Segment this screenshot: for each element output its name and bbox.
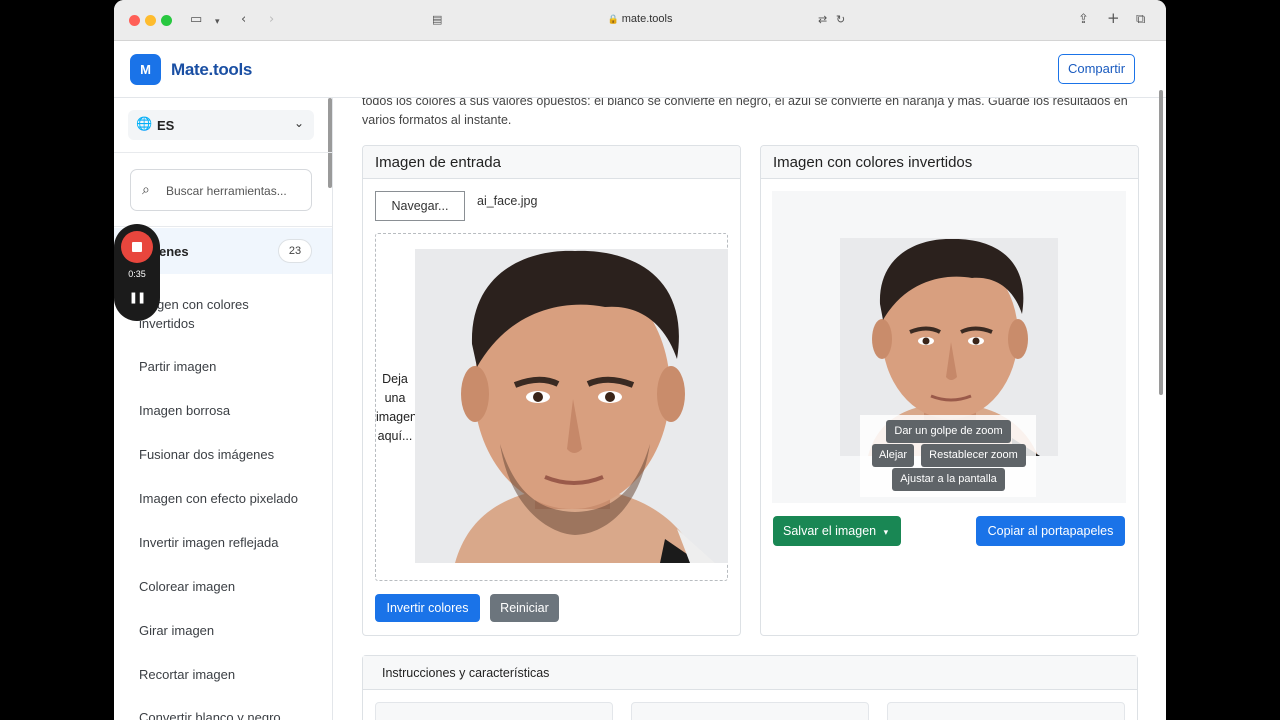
recording-time: 0:35 (128, 269, 146, 279)
reload-icon[interactable]: ↻ (836, 11, 845, 29)
lock-icon: 🔒 (607, 14, 619, 24)
sidebar-scrollbar[interactable] (328, 98, 332, 188)
globe-icon: 🌐 (136, 116, 153, 131)
translate-icon[interactable]: ⇄ (818, 11, 827, 29)
zoom-in-button[interactable]: Dar un golpe de zoom (886, 420, 1011, 443)
pause-icon[interactable]: ❚❚ (114, 291, 160, 304)
forward-icon[interactable]: › (269, 11, 274, 29)
instructions-card (887, 702, 1125, 720)
drop-zone-text: Deja una imagen aquí... (376, 372, 417, 443)
sidebar-item-mirror-image[interactable]: Invertir imagen reflejada (139, 533, 309, 552)
instructions-panel: Instrucciones y características (362, 655, 1138, 720)
input-image (415, 249, 728, 563)
sidebar-item-black-white[interactable]: Convertir blanco y negro (139, 708, 309, 720)
sidebar-item-invert-colors-line2[interactable]: invertidos (139, 314, 309, 333)
input-panel: Imagen de entrada Navegar... ai_face.jpg… (362, 145, 741, 636)
instructions-card (375, 702, 613, 720)
output-panel-header: Imagen con colores invertidos (761, 146, 1138, 179)
divider (114, 152, 332, 153)
save-image-label: Salvar el imagen (783, 524, 877, 538)
save-image-button[interactable]: Salvar el imagen ▾ (773, 516, 901, 546)
sidebar-item-crop-image[interactable]: Recortar imagen (139, 665, 309, 684)
share-icon[interactable]: ⇪ (1078, 11, 1089, 29)
desktop-backdrop (0, 0, 114, 720)
input-panel-header: Imagen de entrada (363, 146, 740, 179)
chevron-down-icon: ⌄ (293, 116, 304, 130)
browser-toolbar: ▭ ▾ ‹ › ▤ 🔒 mate.tools ⇄ ↻ ⇪ + ⧉ (114, 0, 1166, 41)
search-input[interactable]: ⌕ Buscar herramientas... (130, 169, 312, 211)
sidebar-toggle-icon[interactable]: ▭ (190, 11, 202, 29)
output-panel: Imagen con colores invertidos Dar un gol… (760, 145, 1139, 636)
output-image-area[interactable]: Dar un golpe de zoom Alejar Restablecer … (772, 191, 1126, 503)
close-window-button[interactable] (129, 15, 140, 26)
browser-window: ▭ ▾ ‹ › ▤ 🔒 mate.tools ⇄ ↻ ⇪ + ⧉ M Mate.t… (114, 0, 1166, 720)
sidebar-item-invert-colors[interactable]: gen con colores (157, 295, 327, 314)
file-name: ai_face.jpg (477, 194, 538, 208)
maximize-window-button[interactable] (161, 15, 172, 26)
category-count-badge: 23 (278, 239, 312, 263)
language-label: ES (157, 118, 175, 133)
copy-to-clipboard-button[interactable]: Copiar al portapapeles (976, 516, 1125, 546)
sidebar-item-split-image[interactable]: Partir imagen (139, 357, 309, 376)
sidebar-item-rotate-image[interactable]: Girar imagen (139, 621, 309, 640)
new-tab-icon[interactable]: + (1107, 9, 1120, 27)
sidebar-item-pixelate-image[interactable]: Imagen con efecto pixelado (139, 489, 309, 508)
sidebar-item-colorize-image[interactable]: Colorear imagen (139, 577, 309, 596)
instructions-header[interactable]: Instrucciones y características (363, 656, 1137, 690)
invert-colors-button[interactable]: Invertir colores (375, 594, 480, 622)
address-bar[interactable]: 🔒 mate.tools (420, 8, 860, 32)
minimize-window-button[interactable] (145, 15, 156, 26)
logo-text[interactable]: Mate.tools (171, 60, 252, 80)
intro-text: todos los colores a sus valores opuestos… (362, 98, 1128, 127)
instructions-title: Instrucciones y características (382, 666, 550, 680)
category-label: enes (159, 244, 189, 259)
search-icon: ⌕ (142, 181, 150, 197)
url-text: mate.tools (621, 13, 673, 25)
sidebar-item-blur-image[interactable]: Imagen borrosa (139, 401, 309, 420)
fit-screen-button[interactable]: Ajustar a la pantalla (892, 468, 1005, 491)
tab-overview-icon[interactable]: ⧉ (1136, 11, 1145, 29)
input-panel-title: Imagen de entrada (375, 154, 501, 171)
reset-button[interactable]: Reiniciar (490, 594, 559, 622)
main-content: todos los colores a sus valores opuestos… (334, 98, 1158, 720)
back-icon[interactable]: ‹ (241, 11, 246, 29)
zoom-out-button[interactable]: Alejar (872, 444, 914, 467)
browse-button[interactable]: Navegar... (375, 191, 465, 221)
search-placeholder: Buscar herramientas... (166, 184, 287, 198)
caret-down-icon: ▾ (883, 527, 889, 537)
language-selector[interactable]: 🌐 ES ⌄ (128, 110, 314, 140)
drop-zone[interactable]: Deja una imagen aquí... (375, 233, 728, 581)
site-header: M Mate.tools Compartir (114, 41, 1166, 98)
share-button[interactable]: Compartir (1058, 54, 1135, 84)
sidebar: 🌐 ES ⌄ ⌕ Buscar herramientas... enes 23 … (114, 98, 333, 720)
output-panel-title: Imagen con colores invertidos (773, 154, 973, 171)
logo-badge[interactable]: M (130, 54, 161, 85)
reset-zoom-button[interactable]: Restablecer zoom (921, 444, 1026, 467)
stop-recording-button[interactable] (121, 231, 153, 263)
chevron-down-icon[interactable]: ▾ (215, 13, 220, 31)
page-scrollbar[interactable] (1159, 90, 1163, 395)
screen-recorder: 0:35 ❚❚ (114, 224, 160, 321)
instructions-card (631, 702, 869, 720)
sidebar-item-merge-images[interactable]: Fusionar dos imágenes (139, 445, 309, 464)
